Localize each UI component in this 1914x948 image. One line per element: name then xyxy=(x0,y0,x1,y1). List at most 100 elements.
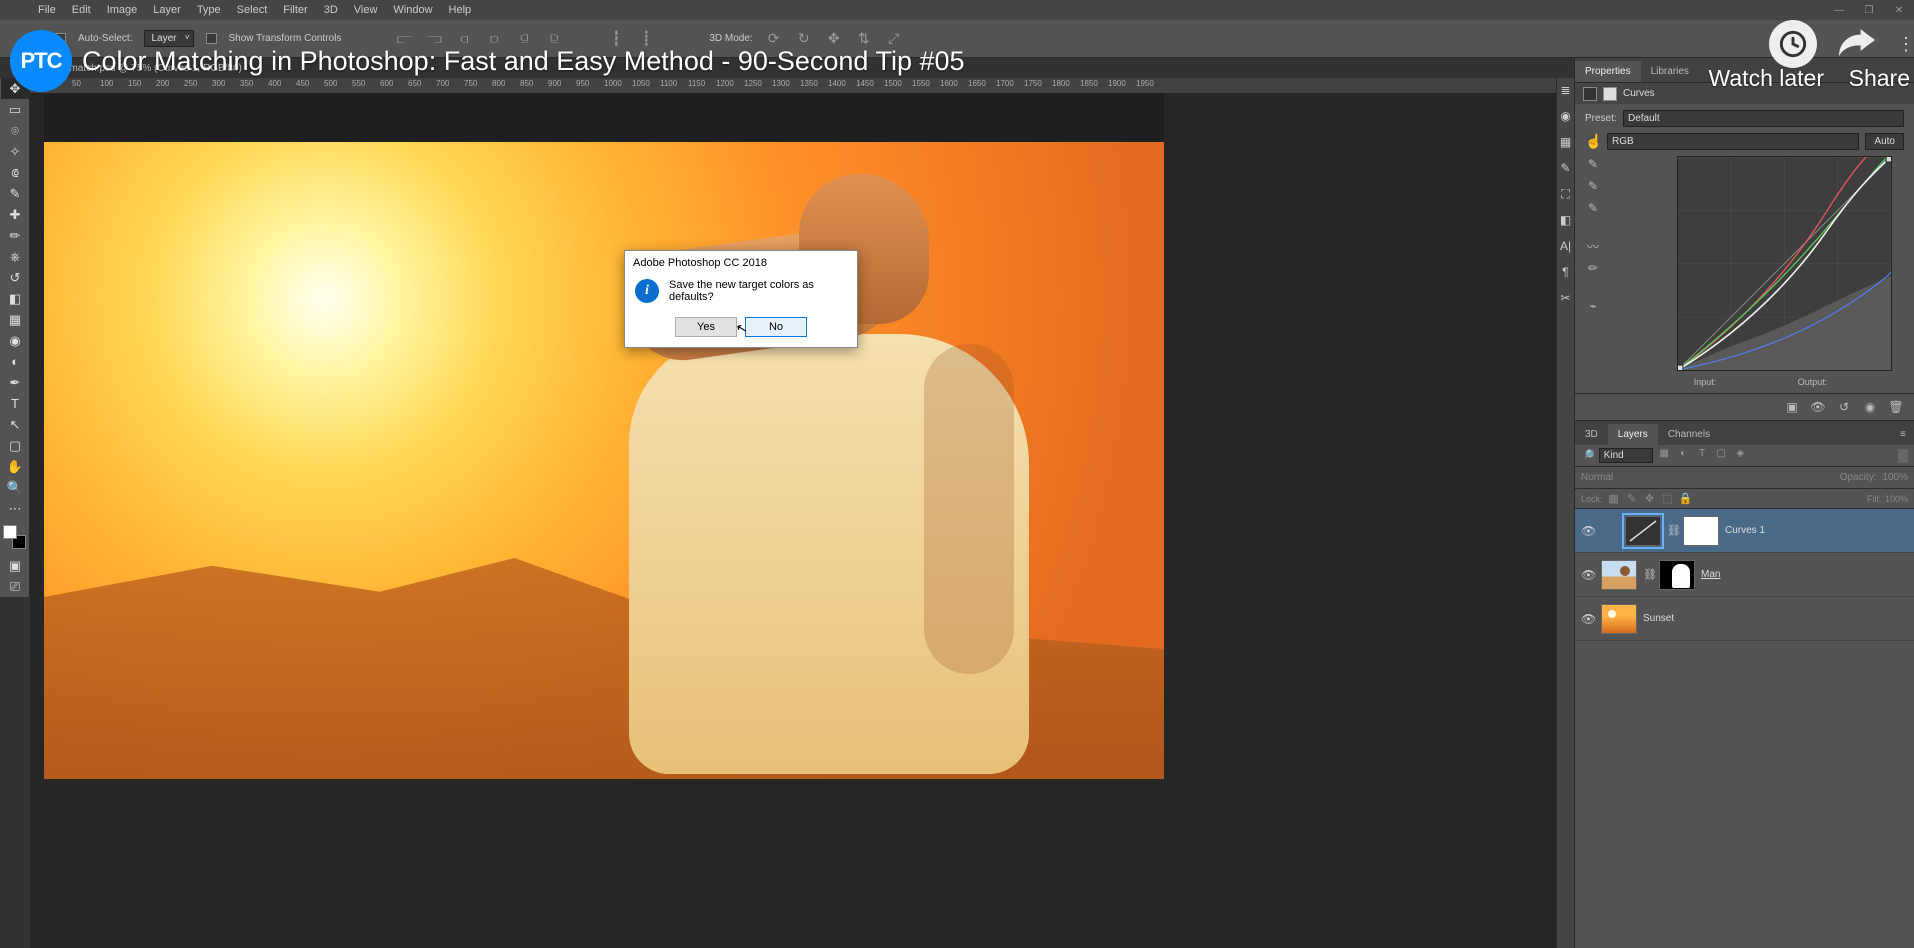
lock-artboard-icon[interactable]: ⬚ xyxy=(1661,492,1675,505)
layer-thumb[interactable] xyxy=(1601,604,1637,634)
curves-thumb[interactable] xyxy=(1625,516,1661,546)
target-adjust-icon[interactable]: ☝ xyxy=(1585,133,1601,150)
filter-toggle[interactable] xyxy=(1898,449,1908,463)
filter-type-icon[interactable]: T xyxy=(1695,448,1710,463)
filter-shape-icon[interactable]: ▢ xyxy=(1714,448,1729,463)
curve-edit-icon[interactable]: 〰 xyxy=(1585,238,1601,254)
maximize-button[interactable]: ❐ xyxy=(1854,0,1884,20)
no-button[interactable]: No xyxy=(745,317,807,337)
visibility-toggle[interactable]: 👁 xyxy=(1581,612,1595,626)
share-icon[interactable] xyxy=(1835,22,1879,67)
gray-sampler-icon[interactable]: ✎ xyxy=(1585,178,1601,194)
watch-later-icon[interactable] xyxy=(1769,20,1817,68)
paragraph-panel-icon[interactable]: ¶ xyxy=(1558,264,1574,280)
dodge-tool[interactable]: ◐ xyxy=(1,351,29,372)
opacity-value[interactable]: 100% xyxy=(1882,472,1908,483)
view-previous-icon[interactable]: ◉ xyxy=(1862,400,1878,414)
swatches-panel-icon[interactable]: ▦ xyxy=(1558,134,1574,150)
filter-smart-icon[interactable]: ◈ xyxy=(1733,448,1748,463)
minimize-button[interactable]: — xyxy=(1824,0,1854,20)
character-panel-icon[interactable]: A| xyxy=(1558,238,1574,254)
black-sampler-icon[interactable]: ✎ xyxy=(1585,156,1601,172)
tab-layers[interactable]: Layers xyxy=(1608,424,1658,445)
crop-tool[interactable]: ⟃ xyxy=(1,162,29,183)
tab-properties[interactable]: Properties xyxy=(1575,61,1641,82)
more-tools[interactable]: ⋯ xyxy=(1,498,29,519)
curves-graph[interactable] xyxy=(1677,156,1892,371)
lock-all-icon[interactable]: 🔒 xyxy=(1679,492,1693,505)
layer-name[interactable]: Curves 1 xyxy=(1725,525,1908,536)
channel-dropdown[interactable]: RGB xyxy=(1607,133,1859,150)
history-panel-icon[interactable]: ≣ xyxy=(1558,82,1574,98)
close-button[interactable]: ✕ xyxy=(1884,0,1914,20)
lock-pixels-icon[interactable]: ✎ xyxy=(1625,492,1639,505)
gradient-tool[interactable]: ▦ xyxy=(1,309,29,330)
history-brush-tool[interactable]: ↺ xyxy=(1,267,29,288)
tab-channels[interactable]: Channels xyxy=(1658,424,1720,445)
menu-window[interactable]: Window xyxy=(385,4,440,16)
brush-tool[interactable]: ✏ xyxy=(1,225,29,246)
lock-transparency-icon[interactable]: ▦ xyxy=(1607,492,1621,505)
brushes-panel-icon[interactable]: ✎ xyxy=(1558,160,1574,176)
color-swatch[interactable] xyxy=(3,525,26,549)
visibility-toggle[interactable]: 👁 xyxy=(1581,568,1595,582)
layer-row-man[interactable]: 👁 ⛓ Man xyxy=(1575,553,1914,597)
pen-tool[interactable]: ✒ xyxy=(1,372,29,393)
layer-name[interactable]: Sunset xyxy=(1643,613,1908,624)
toggle-visibility-icon[interactable]: 👁 xyxy=(1810,400,1826,414)
menu-edit[interactable]: Edit xyxy=(64,4,99,16)
marquee-tool[interactable]: ▭ xyxy=(1,99,29,120)
quick-mask-tool[interactable]: ▣ xyxy=(1,555,29,576)
curve-draw-icon[interactable]: ✏ xyxy=(1585,260,1601,276)
layer-name[interactable]: Man xyxy=(1701,569,1908,580)
link-icon[interactable]: ⛓ xyxy=(1643,568,1653,581)
menu-file[interactable]: File xyxy=(30,4,64,16)
visibility-toggle[interactable]: 👁 xyxy=(1581,524,1595,538)
curve-smooth-icon[interactable]: ⌁ xyxy=(1585,298,1601,314)
menu-filter[interactable]: Filter xyxy=(275,4,315,16)
more-icon[interactable]: ⋮ xyxy=(1897,34,1909,55)
canvas[interactable] xyxy=(44,94,1164,779)
screen-mode-tool[interactable]: ⎚ xyxy=(1,576,29,597)
white-sampler-icon[interactable]: ✎ xyxy=(1585,200,1601,216)
auto-button[interactable]: Auto xyxy=(1865,133,1904,150)
filter-adjust-icon[interactable]: ◐ xyxy=(1676,448,1691,463)
color-panel-icon[interactable]: ◉ xyxy=(1558,108,1574,124)
delete-adjustment-icon[interactable]: 🗑 xyxy=(1888,400,1904,414)
menu-image[interactable]: Image xyxy=(99,4,146,16)
brush-settings-icon[interactable]: ⛶ xyxy=(1558,186,1574,202)
blur-tool[interactable]: ◉ xyxy=(1,330,29,351)
filter-pixel-icon[interactable]: ▦ xyxy=(1657,448,1672,463)
layer-row-curves[interactable]: 👁 ⛓ Curves 1 xyxy=(1575,509,1914,553)
layer-thumb[interactable] xyxy=(1601,560,1637,590)
lasso-tool[interactable]: ⌾ xyxy=(1,120,29,141)
channel-logo[interactable]: PTC xyxy=(10,30,72,92)
reset-icon[interactable]: ↺ xyxy=(1836,400,1852,414)
menu-view[interactable]: View xyxy=(346,4,386,16)
tab-libraries[interactable]: Libraries xyxy=(1641,61,1699,82)
link-icon[interactable]: ⛓ xyxy=(1667,524,1677,537)
tab-3d[interactable]: 3D xyxy=(1575,424,1608,445)
type-tool[interactable]: T xyxy=(1,393,29,414)
path-select-tool[interactable]: ↖ xyxy=(1,414,29,435)
spot-heal-tool[interactable]: ✚ xyxy=(1,204,29,225)
hand-tool[interactable]: ✋ xyxy=(1,456,29,477)
menu-type[interactable]: Type xyxy=(189,4,229,16)
foreground-color[interactable] xyxy=(3,525,17,539)
zoom-tool[interactable]: 🔍 xyxy=(1,477,29,498)
styles-panel-icon[interactable]: ◧ xyxy=(1558,212,1574,228)
clone-stamp-tool[interactable]: ⎈ xyxy=(1,246,29,267)
lock-position-icon[interactable]: ✥ xyxy=(1643,492,1657,505)
preset-dropdown[interactable]: Default xyxy=(1623,110,1904,127)
menu-3d[interactable]: 3D xyxy=(316,4,346,16)
eraser-tool[interactable]: ◧ xyxy=(1,288,29,309)
magic-wand-tool[interactable]: ✧ xyxy=(1,141,29,162)
shape-tool[interactable]: ▢ xyxy=(1,435,29,456)
blend-mode-dropdown[interactable]: Normal xyxy=(1581,472,1671,483)
eyedropper-tool[interactable]: ✎ xyxy=(1,183,29,204)
mask-thumb[interactable] xyxy=(1659,560,1695,590)
menu-layer[interactable]: Layer xyxy=(145,4,189,16)
menu-help[interactable]: Help xyxy=(441,4,480,16)
layer-row-sunset[interactable]: 👁 Sunset xyxy=(1575,597,1914,641)
panel-menu-icon[interactable]: ≡ xyxy=(1892,424,1914,445)
